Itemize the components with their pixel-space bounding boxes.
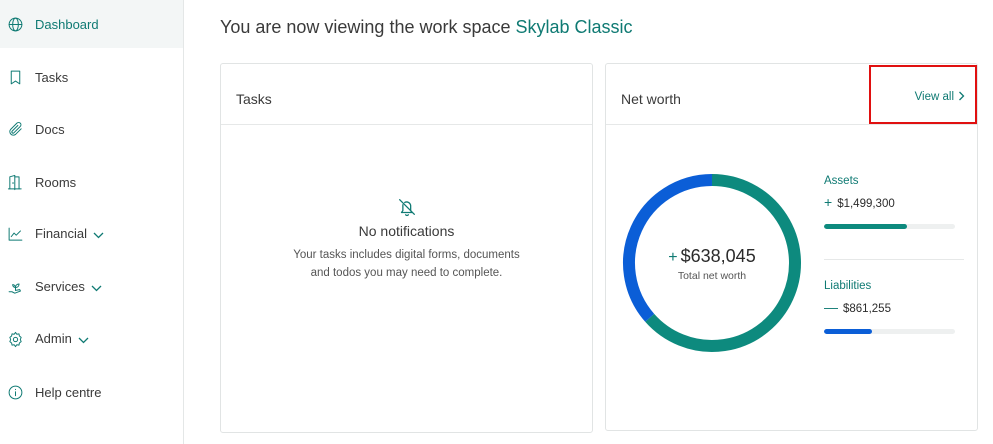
sidebar-item-financial[interactable]: Financial bbox=[0, 210, 183, 258]
assets-bar-fill bbox=[824, 224, 907, 229]
sidebar-item-text: Dashboard bbox=[35, 16, 99, 32]
sidebar-item-docs[interactable]: Docs bbox=[0, 105, 183, 153]
sidebar-item-text: Financial bbox=[35, 225, 88, 241]
workspace-name: Skylab Classic bbox=[515, 17, 633, 37]
sidebar-item-text: Tasks bbox=[35, 69, 69, 85]
chart-line-icon bbox=[7, 226, 24, 243]
sidebar-item-dashboard[interactable]: Dashboard bbox=[0, 0, 183, 48]
donut-center: + $638,045 Total net worth bbox=[620, 171, 804, 355]
empty-state-description: Your tasks includes digital forms, docum… bbox=[293, 249, 520, 279]
liabilities-stat: Liabilities — $861,255 bbox=[824, 280, 958, 334]
liabilities-sign: — bbox=[824, 299, 838, 315]
net-worth-card-header: Net worth View all bbox=[606, 64, 977, 125]
tasks-card: Tasks No notifications Your tasks includ… bbox=[220, 63, 593, 433]
liabilities-bar-fill bbox=[824, 329, 873, 334]
sidebar-item-label: Admin bbox=[35, 331, 89, 347]
assets-amount: $1,499,300 bbox=[837, 198, 895, 210]
chevron-down-icon bbox=[93, 227, 104, 242]
sidebar-item-text: Rooms bbox=[35, 174, 77, 190]
assets-stat: Assets + $1,499,300 bbox=[824, 175, 958, 229]
sidebar-item-label: Tasks bbox=[35, 70, 68, 85]
empty-state: No notifications Your tasks includes dig… bbox=[221, 196, 592, 282]
sidebar-item-label: Dashboard bbox=[35, 17, 99, 32]
sidebar-item-text: Admin bbox=[35, 330, 72, 346]
stat-divider bbox=[824, 259, 964, 260]
chevron-down-icon bbox=[78, 332, 89, 347]
chevron-down-icon bbox=[91, 280, 102, 295]
liabilities-value: — $861,255 bbox=[824, 299, 958, 315]
liabilities-label: Liabilities bbox=[824, 280, 872, 292]
door-icon bbox=[7, 174, 24, 191]
sidebar-item-label: Financial bbox=[35, 226, 104, 242]
sidebar-item-text: Help centre bbox=[35, 384, 102, 400]
sidebar-item-tasks[interactable]: Tasks bbox=[0, 53, 183, 101]
liabilities-bar bbox=[824, 329, 955, 334]
sidebar-item-label: Rooms bbox=[35, 175, 76, 190]
assets-sign: + bbox=[824, 194, 833, 210]
empty-state-title: No notifications bbox=[358, 223, 455, 239]
tasks-card-title: Tasks bbox=[236, 91, 272, 107]
view-all-link[interactable]: View all bbox=[915, 91, 965, 103]
net-worth-card: Net worth View all + $638,045 Total net w… bbox=[605, 63, 978, 431]
sidebar-item-text: Services bbox=[35, 278, 85, 294]
net-worth-card-title: Net worth bbox=[621, 91, 681, 107]
total-net-worth-label: Total net worth bbox=[677, 270, 747, 282]
workspace-heading: You are now viewing the work space Skyla… bbox=[220, 17, 633, 38]
workspace-heading-prefix: You are now viewing the work space bbox=[220, 17, 516, 37]
chevron-right-icon bbox=[959, 91, 965, 101]
assets-value: + $1,499,300 bbox=[824, 194, 958, 210]
hand-plant-icon bbox=[7, 279, 24, 296]
assets-label: Assets bbox=[824, 175, 859, 187]
total-sign: + bbox=[668, 249, 678, 266]
paperclip-icon bbox=[7, 121, 24, 138]
sidebar-item-text: Docs bbox=[35, 121, 65, 137]
sidebar-item-label: Services bbox=[35, 279, 102, 295]
sidebar-item-label: Docs bbox=[35, 122, 65, 137]
info-icon bbox=[7, 384, 24, 401]
bookmark-icon bbox=[7, 69, 24, 86]
total-value: $638,045 bbox=[680, 246, 756, 266]
sidebar: Dashboard Tasks Docs Rooms Financial Services… bbox=[0, 0, 184, 444]
gear-icon bbox=[7, 331, 24, 348]
globe-icon bbox=[7, 16, 24, 33]
sidebar-item-rooms[interactable]: Rooms bbox=[0, 158, 183, 206]
sidebar-item-label: Help centre bbox=[35, 385, 101, 400]
bell-off-icon bbox=[396, 196, 418, 218]
tasks-card-header: Tasks bbox=[221, 64, 592, 125]
total-net-worth-value: + $638,045 bbox=[668, 246, 755, 267]
sidebar-item-services[interactable]: Services bbox=[0, 263, 183, 311]
sidebar-item-admin[interactable]: Admin bbox=[0, 315, 183, 363]
liabilities-amount: $861,255 bbox=[843, 303, 891, 315]
view-all-label: View all bbox=[914, 91, 954, 103]
sidebar-item-help-centre[interactable]: Help centre bbox=[0, 368, 183, 416]
assets-bar bbox=[824, 224, 955, 229]
